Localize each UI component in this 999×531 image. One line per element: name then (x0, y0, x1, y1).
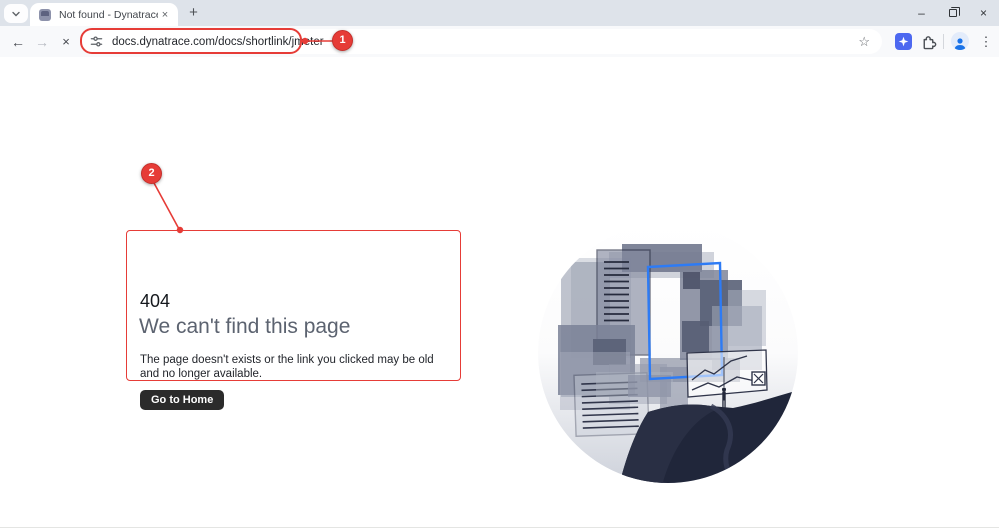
new-tab-button[interactable]: + (184, 4, 203, 23)
error-code: 404 (140, 291, 171, 311)
bookmark-icon[interactable]: ☆ (858, 34, 870, 50)
url-text[interactable]: docs.dynatrace.com/docs/shortlink/jmeter (112, 36, 858, 48)
chevron-down-icon (12, 11, 20, 16)
dynatrace-favicon (39, 8, 51, 21)
window-controls: – × (906, 0, 999, 26)
browser-window: Not found - Dynatrace Docs × + – × ← → ×… (0, 0, 999, 531)
extension-button[interactable] (895, 33, 912, 50)
stop-loading-button[interactable]: × (55, 31, 77, 53)
page-content: 404 We can't find this page The page doe… (0, 57, 999, 527)
tab-search-button[interactable] (4, 4, 28, 23)
puzzle-icon (923, 36, 937, 50)
error-heading: We can't find this page (139, 315, 351, 338)
restore-button[interactable] (937, 0, 968, 26)
toolbar-divider (943, 34, 944, 49)
minimize-button[interactable]: – (906, 0, 937, 26)
site-settings-icon[interactable] (90, 35, 103, 48)
tab-not-found[interactable]: Not found - Dynatrace Docs × (30, 3, 178, 26)
restore-icon (948, 7, 960, 17)
sparkle-icon (898, 36, 909, 47)
browser-menu-button[interactable]: ⋮ (978, 31, 994, 53)
address-bar[interactable]: docs.dynatrace.com/docs/shortlink/jmeter… (80, 29, 882, 54)
404-illustration (538, 223, 798, 483)
forward-button[interactable]: → (31, 31, 53, 53)
tab-strip: Not found - Dynatrace Docs × + – × (0, 0, 999, 26)
tab-close-button[interactable]: × (158, 8, 172, 22)
tab-title: Not found - Dynatrace Docs (59, 8, 158, 21)
go-home-button[interactable]: Go to Home (140, 390, 225, 410)
back-button[interactable]: ← (7, 31, 29, 53)
person-icon (954, 38, 966, 50)
error-message: The page doesn't exists or the link you … (140, 354, 434, 380)
window-bottom-edge (0, 527, 999, 528)
profile-avatar[interactable] (951, 32, 969, 50)
extensions-menu-button[interactable] (920, 33, 937, 50)
close-window-button[interactable]: × (968, 0, 999, 26)
